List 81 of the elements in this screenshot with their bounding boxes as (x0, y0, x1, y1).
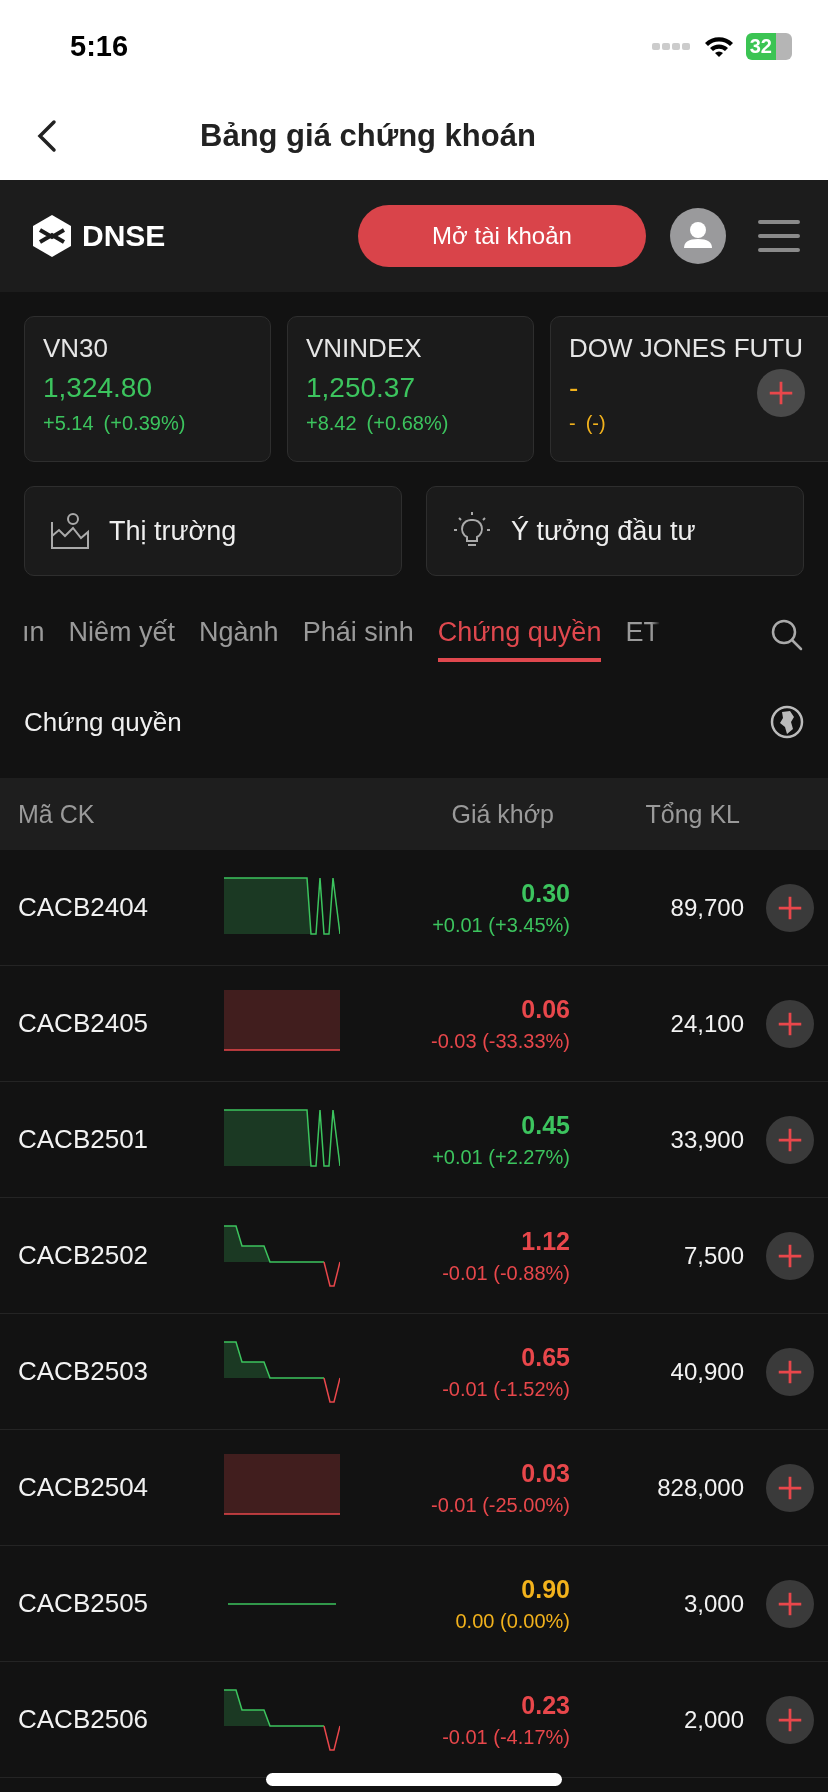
index-percent: (+0.68%) (366, 412, 449, 435)
avatar-icon[interactable] (670, 208, 726, 264)
wifi-icon (703, 35, 734, 57)
status-time: 5:16 (70, 29, 129, 63)
index-value: 1,324.80 (43, 372, 152, 404)
price-change: -0.03 (-33.33%) (431, 1029, 570, 1053)
stock-code: CACB2501 (18, 1124, 150, 1155)
price-change: -0.01 (-25.00%) (431, 1493, 570, 1517)
column-header: Mã CK (18, 799, 96, 829)
stock-code: CACB2505 (18, 1588, 150, 1619)
match-price: 0.90 (521, 1574, 570, 1604)
index-percent: (-) (585, 412, 606, 435)
match-price: 0.06 (521, 994, 570, 1024)
add-button[interactable] (757, 369, 805, 417)
menu-icon[interactable] (758, 218, 800, 254)
logo-text: DNSE (82, 219, 166, 253)
column-header: Tổng KL (644, 799, 740, 829)
stock-code: CACB2405 (18, 1008, 150, 1039)
total-volume: 33,900 (669, 1125, 744, 1154)
signal-icon (651, 41, 692, 51)
tab[interactable]: ET (625, 608, 660, 662)
add-button[interactable] (766, 1115, 814, 1164)
index-percent: (+0.39%) (103, 412, 186, 435)
tab[interactable]: ın (22, 608, 45, 662)
tab[interactable]: Ngành (199, 608, 279, 662)
total-volume: 24,100 (669, 1009, 744, 1038)
price-change: +0.01 (+2.27%) (432, 1145, 570, 1169)
search-icon[interactable] (770, 618, 804, 652)
total-volume: 3,000 (682, 1589, 744, 1618)
index-card[interactable]: VNINDEX 1,250.37 +8.42 (+0.68%) (287, 316, 534, 462)
index-value: 1,250.37 (306, 372, 415, 404)
stock-code: CACB2504 (18, 1472, 150, 1503)
index-card[interactable]: DOW JONES FUTU - - (-) (550, 316, 828, 462)
add-button[interactable] (766, 1231, 814, 1280)
chart-icon (49, 510, 91, 552)
index-name: DOW JONES FUTU (569, 333, 804, 364)
add-button[interactable] (766, 883, 814, 932)
open-account-button[interactable]: Mở tài khoản (358, 205, 646, 267)
index-name: VN30 (43, 333, 110, 364)
logo-icon (32, 214, 72, 258)
total-volume: 2,000 (682, 1705, 744, 1734)
total-volume: 89,700 (669, 893, 744, 922)
match-price: 0.03 (521, 1458, 570, 1488)
index-change: +8.42 (306, 412, 357, 435)
index-value: - (569, 372, 579, 404)
index-card[interactable]: VN30 1,324.80 +5.14 (+0.39%) (24, 316, 271, 462)
tab[interactable]: Niêm yết (68, 608, 176, 662)
column-header: Giá khớp (450, 799, 554, 829)
match-price: 0.23 (521, 1690, 570, 1720)
match-price: 0.65 (521, 1342, 570, 1372)
index-change: - (569, 412, 576, 435)
match-price: 0.30 (521, 878, 570, 908)
globe-icon[interactable] (770, 705, 804, 739)
match-price: 0.45 (521, 1110, 570, 1140)
add-button[interactable] (766, 1579, 814, 1628)
tab[interactable]: Phái sinh (302, 608, 414, 662)
price-change: -0.01 (-0.88%) (442, 1261, 570, 1285)
stock-code: CACB2503 (18, 1356, 150, 1387)
add-button[interactable] (766, 1463, 814, 1512)
add-button[interactable] (766, 1695, 814, 1744)
index-change: +5.14 (43, 412, 94, 435)
add-button[interactable] (766, 999, 814, 1048)
stock-code: CACB2506 (18, 1704, 150, 1735)
price-change: 0.00 (0.00%) (455, 1609, 570, 1633)
shortcut-button[interactable]: Thị trường (24, 486, 402, 576)
add-button[interactable] (766, 1347, 814, 1396)
page-title: Bảng giá chứng khoán (200, 118, 536, 154)
index-name: VNINDEX (306, 333, 423, 364)
match-price: 1.12 (521, 1226, 570, 1256)
tab[interactable]: Chứng quyền (437, 608, 602, 662)
stock-code: CACB2502 (18, 1240, 150, 1271)
shortcut-button[interactable]: Ý tưởng đầu tư (426, 486, 804, 576)
section-title: Chứng quyền (24, 706, 182, 738)
battery-level: 32 (745, 32, 792, 60)
total-volume: 40,900 (669, 1357, 744, 1386)
total-volume: 828,000 (656, 1473, 744, 1502)
total-volume: 7,500 (682, 1241, 744, 1270)
stock-code: CACB2404 (18, 892, 150, 923)
price-change: +0.01 (+3.45%) (432, 913, 570, 937)
price-change: -0.01 (-1.52%) (442, 1377, 570, 1401)
price-change: -0.01 (-4.17%) (442, 1725, 570, 1749)
